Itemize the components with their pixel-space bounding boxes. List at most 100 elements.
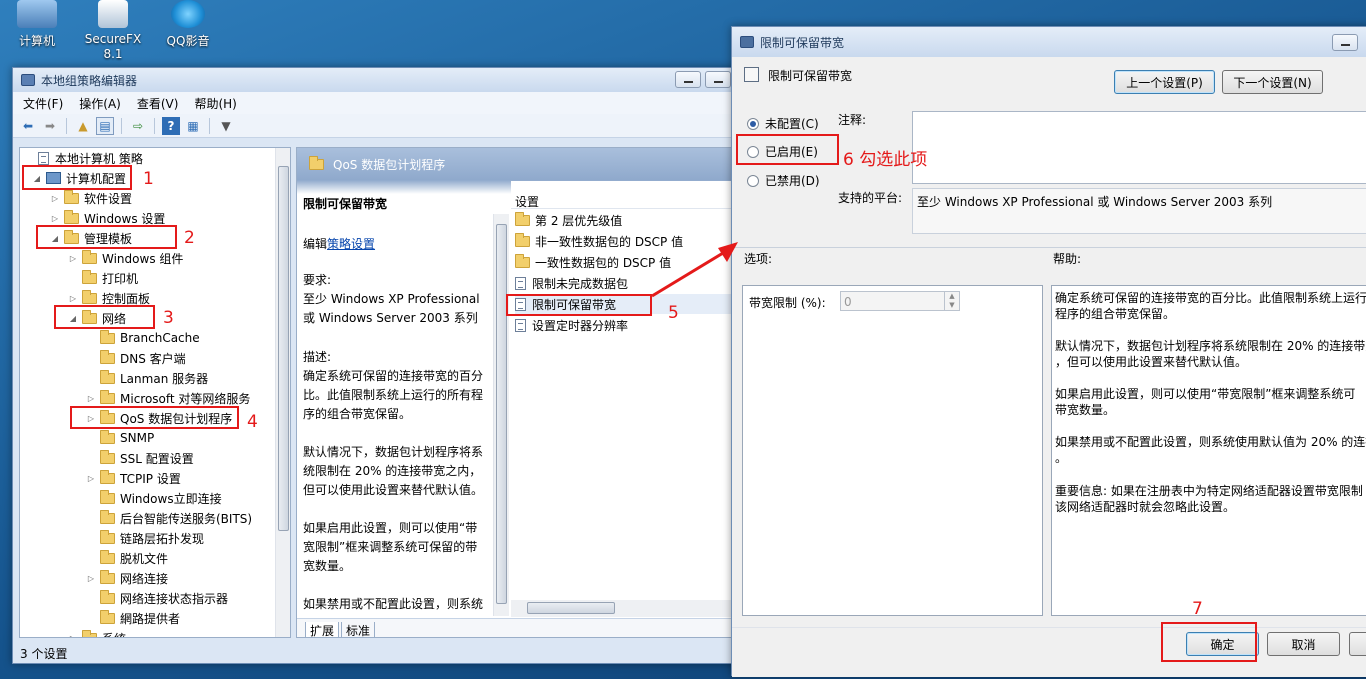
tree-item[interactable]: ▷ TCPIP 设置 (86, 468, 181, 488)
tree-item[interactable]: ◢ 管理模板 (50, 228, 132, 248)
stepper-down-icon[interactable]: ▼ (944, 301, 959, 310)
tree-item-label: Lanman 服务器 (120, 371, 209, 386)
collapse-arrow-icon[interactable]: ◢ (68, 314, 78, 323)
tree-item[interactable]: ▷ Windows 组件 (68, 248, 183, 268)
tab-standard[interactable]: 标准 (341, 622, 376, 637)
comment-textarea[interactable] (912, 111, 1366, 184)
tree-item[interactable]: 網路提供者 (86, 608, 180, 628)
menu-action[interactable]: 操作(A) (79, 95, 121, 112)
expand-arrow-icon[interactable]: ▷ (68, 634, 78, 638)
apply-button[interactable] (1349, 632, 1366, 656)
help-icon[interactable]: ? (162, 116, 180, 135)
tree-item[interactable]: Lanman 服务器 (86, 368, 208, 388)
radio-disabled[interactable]: 已禁用(D) (747, 172, 820, 189)
settings-list-label: 第 2 层优先级值 (535, 213, 623, 228)
tree-item[interactable]: 脱机文件 (86, 548, 168, 568)
desktop-icon-securefx[interactable]: SecureFX 8.1 (82, 0, 144, 62)
expand-arrow-icon[interactable]: ▷ (50, 214, 60, 223)
collapse-arrow-icon[interactable]: ◢ (50, 234, 60, 243)
tree-item[interactable]: BranchCache (86, 328, 200, 348)
menu-help[interactable]: 帮助(H) (194, 95, 236, 112)
tab-extended[interactable]: 扩展 (305, 622, 340, 637)
expand-arrow-icon[interactable]: ▷ (86, 574, 96, 583)
radio-dot[interactable] (747, 117, 759, 130)
bandwidth-value: 0 (844, 295, 852, 309)
tree-scrollbar[interactable] (275, 148, 290, 637)
edit-policy-link[interactable]: 策略设置 (327, 237, 375, 251)
help-panel: 确定系统可保留的连接带宽的百分比。此值限制系统上运行 程序的组合带宽保留。 默认情况… (1051, 285, 1366, 616)
list-header-settings[interactable]: 设置 (515, 193, 539, 210)
help-text-line: 程序的组合带宽保留。 (1055, 307, 1176, 321)
collapse-arrow-icon[interactable]: ◢ (32, 174, 42, 183)
scroll-thumb[interactable] (278, 166, 289, 531)
desktop-icon-computer[interactable]: 计算机 (6, 0, 68, 49)
tree-item[interactable]: 打印机 (68, 268, 138, 288)
expand-arrow-icon[interactable]: ▷ (50, 194, 60, 203)
radio-dot[interactable] (747, 145, 759, 158)
radio-enabled[interactable]: 已启用(E) (747, 143, 818, 160)
hscroll-thumb[interactable] (527, 602, 615, 614)
tree-item[interactable]: 本地计算机 策略 (24, 148, 143, 168)
bandwidth-stepper[interactable]: 0 ▲ ▼ (840, 291, 960, 311)
tree-item-label: 本地计算机 策略 (55, 151, 143, 166)
tree-item[interactable]: DNS 客户端 (86, 348, 186, 368)
menu-file[interactable]: 文件(F) (23, 95, 63, 112)
radio-dot[interactable] (747, 174, 759, 187)
tree-item[interactable]: 网络连接状态指示器 (86, 588, 228, 608)
annotation-number-2: 2 (184, 228, 195, 248)
export-icon[interactable]: ⇨ (129, 117, 147, 135)
desc-req-label: 要求: (303, 273, 332, 287)
stepper-up-icon[interactable]: ▲ (944, 292, 959, 301)
show-tree-icon[interactable]: ▤ (96, 116, 114, 135)
tree-item[interactable]: ▷ QoS 数据包计划程序 (86, 408, 232, 428)
maximize-button[interactable] (705, 71, 731, 88)
folder-icon (100, 509, 115, 524)
tree-item[interactable]: ▷ 软件设置 (50, 188, 132, 208)
tree-item[interactable]: ◢ 计算机配置 (32, 168, 126, 188)
help-text-line: 默认情况下，数据包计划程序将系统限制在 20% 的连接带宽 (1055, 339, 1366, 353)
tree-item[interactable]: 后台智能传送服务(BITS) (86, 508, 252, 528)
ok-button[interactable]: 确定 (1186, 632, 1259, 656)
tree-item[interactable]: ◢ 网络 (68, 308, 126, 328)
folder-icon (309, 156, 324, 170)
minimize-button[interactable] (675, 71, 701, 88)
scroll-thumb[interactable] (496, 224, 507, 604)
settings-list-item[interactable]: 第 2 层优先级值 (515, 210, 755, 230)
toolbar-separator (154, 117, 155, 134)
tree-item[interactable]: SNMP (86, 428, 154, 448)
tree-item-label: 脱机文件 (120, 551, 169, 566)
computer-icon (46, 172, 61, 184)
dialog-minimize-button[interactable] (1332, 34, 1358, 51)
folder-icon (100, 589, 115, 604)
tree-item[interactable]: 链路层拓扑发现 (86, 528, 204, 548)
prev-setting-button[interactable]: 上一个设置(P) (1114, 70, 1215, 94)
tree-item[interactable]: ▷ 网络连接 (86, 568, 168, 588)
tree-item[interactable]: ▷ 系统 (68, 628, 126, 638)
list-hscrollbar[interactable] (511, 600, 755, 617)
expand-arrow-icon[interactable]: ▷ (86, 474, 96, 483)
tree-item[interactable]: ▷ Microsoft 对等网络服务 (86, 388, 250, 408)
cancel-button[interactable]: 取消 (1267, 632, 1340, 656)
tree-item[interactable]: ▷ Windows 设置 (50, 208, 165, 228)
tree-item[interactable]: Windows立即连接 (86, 488, 222, 508)
annotation-number-1: 1 (143, 169, 154, 189)
desktop-icon-qqplayer[interactable]: QQ影音 (157, 0, 219, 49)
radio-not-configured[interactable]: 未配置(C) (747, 115, 819, 132)
menu-view[interactable]: 查看(V) (137, 95, 179, 112)
settings-list-item[interactable]: 设置定时器分辨率 (515, 315, 755, 335)
expand-arrow-icon[interactable]: ▷ (68, 294, 78, 303)
filter-icon[interactable]: ▼ (217, 117, 235, 135)
tree-item-label: 软件设置 (84, 191, 133, 206)
expand-arrow-icon[interactable]: ▷ (86, 414, 96, 423)
tree-item-label: SNMP (120, 431, 155, 445)
expand-arrow-icon[interactable]: ▷ (86, 394, 96, 403)
tree-item[interactable]: SSL 配置设置 (86, 448, 194, 468)
tree-item[interactable]: ▷ 控制面板 (68, 288, 150, 308)
forward-arrow-icon[interactable]: ➡ (41, 117, 59, 135)
next-setting-button[interactable]: 下一个设置(N) (1222, 70, 1323, 94)
properties-icon[interactable]: ▦ (184, 117, 202, 135)
desc-scrollbar[interactable] (493, 214, 509, 616)
expand-arrow-icon[interactable]: ▷ (68, 254, 78, 263)
back-arrow-icon[interactable]: ⬅ (19, 117, 37, 135)
up-folder-icon[interactable]: ▲ (74, 117, 92, 135)
